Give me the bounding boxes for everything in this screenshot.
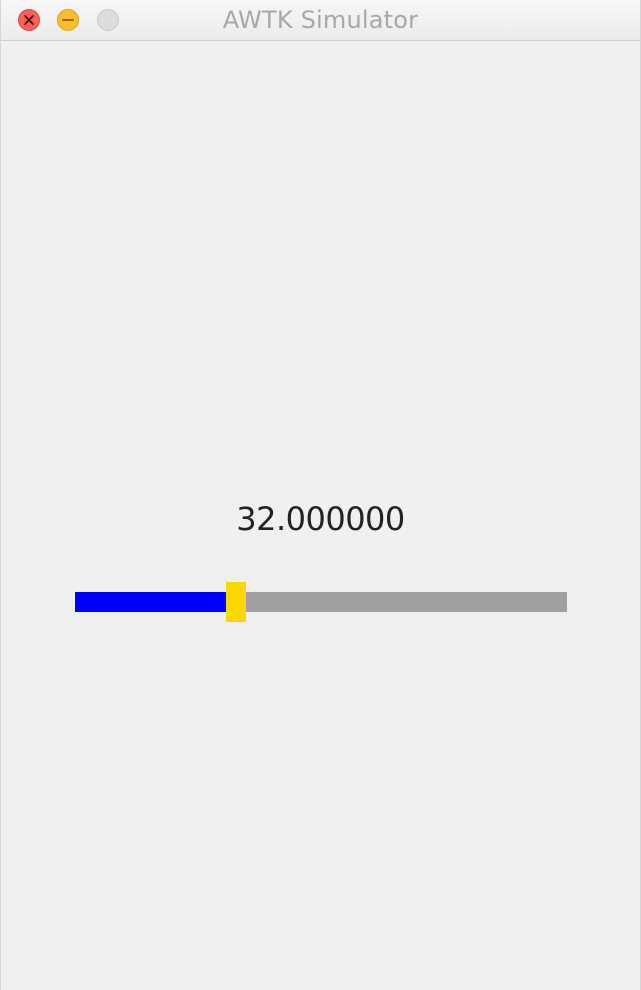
- title-bar[interactable]: AWTK Simulator: [1, 0, 640, 41]
- value-slider[interactable]: [75, 582, 567, 622]
- slider-value-label: 32.000000: [236, 500, 405, 538]
- app-window: AWTK Simulator 32.000000: [0, 0, 641, 990]
- slider-thumb[interactable]: [226, 582, 247, 622]
- slider-fill: [75, 592, 237, 612]
- window-title: AWTK Simulator: [222, 6, 419, 34]
- slider-track[interactable]: [75, 592, 567, 612]
